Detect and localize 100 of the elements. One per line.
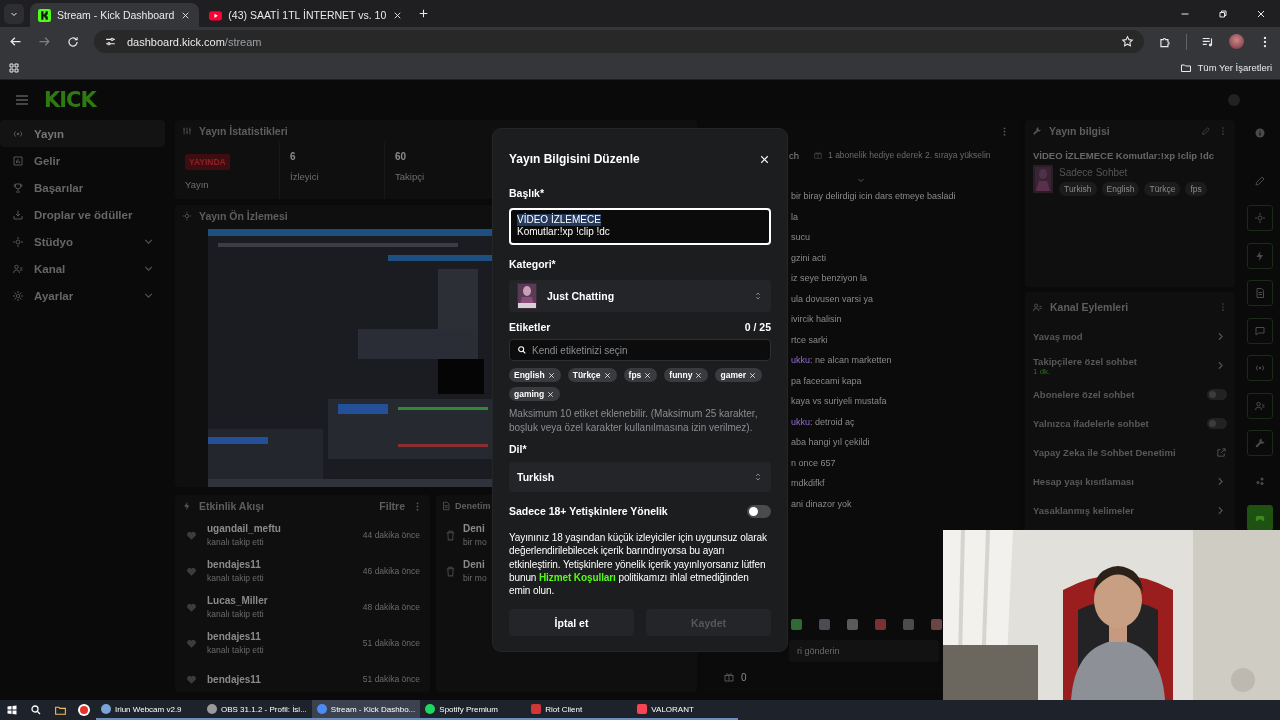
apps-icon[interactable] [8,61,20,74]
emote-icon[interactable] [791,618,802,630]
chat-message: ukku: detroid aç [791,415,856,429]
quick-action-button[interactable] [1247,505,1273,531]
search-icon [30,704,42,716]
chat-message: la [791,210,799,224]
taskbar-app[interactable]: Spotify Premium [420,700,527,720]
card-title: Denetim [455,501,491,511]
taskbar-app[interactable]: Stream - Kick Dashbo... [311,700,421,720]
event-time: 46 dakika önce [362,566,420,576]
app-icon [531,704,542,714]
card-title: Yayın bilgisi [1049,125,1110,137]
windows-icon [6,704,18,716]
info-icon [1254,127,1266,139]
url-text: dashboard.kick.com/stream [127,35,263,48]
emote-icon[interactable] [847,618,858,630]
stat-label: İzleyici [290,171,319,182]
sidebar-item[interactable]: Yayın [0,120,165,147]
tab-list-button[interactable] [4,4,24,24]
bolt-icon [1254,249,1266,262]
duration-text: 1 dk. [1033,366,1051,376]
site-settings-icon[interactable] [104,35,117,48]
tag-chip[interactable]: English [509,368,561,382]
language-select[interactable]: Turkish [509,462,771,492]
live-badge: YAYINDA [185,154,230,170]
chat-message: aba hangi yıl çekildi [791,436,871,449]
taskbar-app[interactable]: OBS 31.1.2 - Profil: İsi... [202,700,312,720]
taskbar-app[interactable]: Iriun Webcam v2.9 [96,700,202,720]
emote-icon[interactable] [875,618,886,630]
stat-label: Yayın [185,179,209,190]
site-logo[interactable]: KICK [44,88,96,112]
tag-chip[interactable]: fps [623,368,658,382]
card-title: Kanal Eylemleri [1050,301,1129,313]
toggle-switch[interactable] [1207,389,1227,400]
event-time: 51 dakika önce [362,638,420,648]
gear-icon [12,289,24,302]
site-icon [38,8,51,22]
terms-link[interactable]: Hizmet Koşulları [539,571,616,583]
app-icon [316,704,327,714]
app-icon [637,704,648,714]
tag: Turkish [1059,182,1097,196]
toggle-switch[interactable] [1207,418,1227,429]
chart-icon [12,154,24,167]
field-label: Dil* [509,443,528,457]
all-bookmarks-link[interactable]: Tüm Yer İşaretleri [1197,62,1272,73]
bookmark-star-icon[interactable] [1121,35,1134,48]
sub-goal-text: 1 abonelik hediye ederek 2. sıraya yükselin [828,150,991,160]
pencil-icon [1254,174,1266,187]
event-time: 51 dakika önce [362,674,420,684]
browser-tab[interactable]: (43) SAATİ 1TL İNTERNET vs. 10 [201,3,412,27]
emote-icon[interactable] [931,618,942,630]
tag-chip[interactable]: funny [664,368,709,382]
cancel-button[interactable]: İptal et [509,609,634,637]
event-user: ugandail_meftu [207,523,281,534]
card-title: Etkinlik Akışı [199,500,264,512]
tag: fps [1185,182,1207,196]
event-user: Lucas_Miller [207,595,268,606]
studio-icon [12,235,24,248]
browser-tab[interactable]: Stream - Kick Dashboard [30,3,200,27]
card-title: Yayın Ön İzlemesi [199,210,288,222]
gift-icon[interactable] [723,671,735,683]
chat-input[interactable]: ri gönderin [789,640,939,662]
remove-icon[interactable] [602,370,612,380]
title-field[interactable]: VİDEO İZLEMECE Komutlar:!xp !clip !dc [509,208,771,245]
toggle-switch[interactable] [747,504,771,518]
stat-value: 60 [395,151,407,162]
forward-icon[interactable] [37,34,52,49]
remove-icon[interactable] [694,370,704,380]
tag: Türkçe [1144,182,1181,196]
address-bar[interactable]: dashboard.kick.com/stream [94,30,1144,53]
tag-chip[interactable]: gaming [509,387,561,401]
remove-icon[interactable] [748,370,757,380]
chat-message: rtce sarki [791,333,829,347]
remove-icon[interactable] [546,370,556,380]
setting-label: Sadece 18+ Yetişkinlere Yönelik [509,505,668,517]
document-icon [441,501,451,511]
chat-icon [1254,324,1266,337]
profile-avatar[interactable] [1229,34,1244,49]
category-select[interactable]: Just Chatting [509,280,771,312]
select-arrows-icon [753,291,763,301]
gift-icon [813,150,824,160]
taskbar-app[interactable]: Riot Client [526,700,633,720]
tag-search-field[interactable]: Kendi etiketinizi seçin [509,339,771,361]
taskbar-app[interactable]: VALORANT [632,700,739,720]
remove-icon[interactable] [643,370,653,380]
back-icon[interactable] [8,34,23,49]
tag-chip[interactable]: Türkçe [567,368,617,382]
chat-message: n once 657 [791,456,837,470]
emote-icon[interactable] [903,618,914,630]
chat-message: ukku: ne alcan marketten [791,354,893,367]
emote-icon[interactable] [819,618,830,630]
users-icon [1032,301,1043,313]
chat-message: gzini acti [791,251,827,265]
event-user: bendajes11 [207,673,261,685]
event-action: kanalı takip etti [207,645,264,655]
search-icon [517,345,527,355]
reload-icon[interactable] [66,34,80,49]
tag-chip[interactable]: gamer [715,368,762,382]
remove-icon[interactable] [546,389,556,399]
chat-message: iz seye benziyon la [791,272,869,285]
